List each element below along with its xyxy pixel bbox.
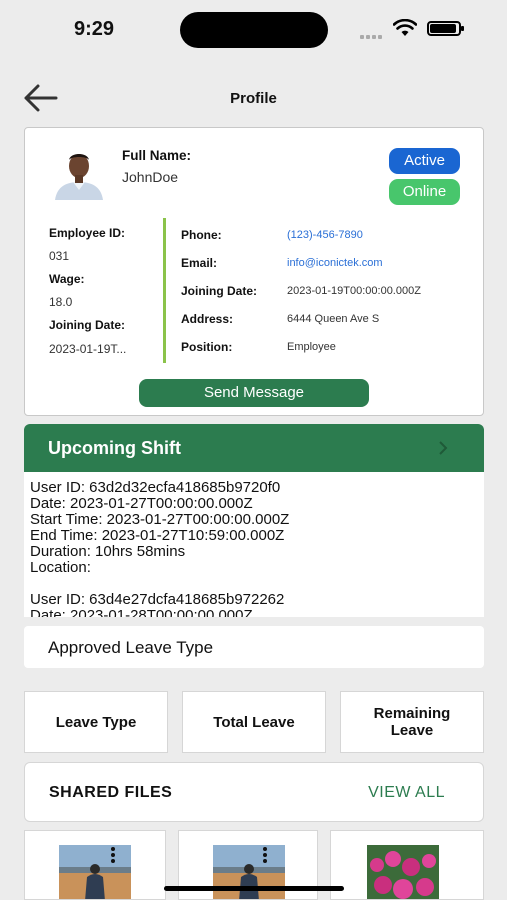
status-time: 9:29 [74,18,115,40]
app-header: Profile [0,78,507,118]
upcoming-shift-title: Upcoming Shift [48,438,181,458]
shift-duration: Duration: 10hrs 58mins [30,543,186,560]
shift-end-time: End Time: 2023-01-27T10:59:00.000Z [30,527,285,544]
file-thumbnail [59,845,131,899]
shift-date: Date: 2023-01-28T00:00:00.000Z [30,607,253,618]
cellular-signal-icon [360,26,384,44]
email-link[interactable]: info@iconictek.com [287,257,383,269]
file-thumbnail [367,845,439,899]
email-label: Email: [181,256,218,270]
full-name-label: Full Name: [122,148,192,163]
approved-leave-type-title: Approved Leave Type [48,638,214,657]
remaining-leave-label-line2: Leave [390,722,434,739]
wage-label: Wage: [49,272,85,286]
shift-date: Date: 2023-01-27T00:00:00.000Z [30,495,253,512]
joining-date-label-right: Joining Date: [181,284,258,298]
total-leave-label: Total Leave [213,713,295,731]
joining-date-value-right: 2023-01-19T00:00:00.000Z [287,285,421,297]
avatar [51,144,107,200]
dynamic-island [180,12,328,48]
remaining-leave-column: Remaining Leave [340,691,484,753]
upcoming-shift-list: User ID: 63d2d32ecfa418685b9720f0 Date: … [24,472,484,617]
send-message-button[interactable]: Send Message [139,379,369,407]
joining-date-label: Joining Date: [49,318,126,332]
leave-type-column: Leave Type [24,691,168,753]
employee-id-label: Employee ID: [49,226,126,240]
total-leave-column: Total Leave [182,691,326,753]
column-divider [163,218,166,363]
shift-start-time: Start Time: 2023-01-27T00:00:00.000Z [30,511,290,528]
approved-leave-type-row: Approved Leave Type [24,626,484,668]
leave-type-label: Leave Type [55,713,137,731]
phone-link[interactable]: (123)-456-7890 [287,229,363,241]
home-indicator [164,886,344,891]
shift-location: Location: [30,559,91,576]
phone-label: Phone: [181,228,222,242]
shift-user-id: User ID: 63d4e27dcfa418685b972262 [30,591,285,608]
battery-icon [427,21,464,36]
shared-file-card[interactable] [24,830,166,900]
status-bar: 9:29 [0,0,507,60]
position-label: Position: [181,340,233,354]
upcoming-shift-header[interactable]: Upcoming Shift [24,424,484,472]
wage-value: 18.0 [49,295,73,309]
address-label: Address: [181,312,234,326]
shift-user-id: User ID: 63d2d32ecfa418685b9720f0 [30,479,281,496]
joining-date-value: 2023-01-19T... [49,342,127,356]
view-all-link[interactable]: VIEW ALL [368,784,445,802]
file-thumbnail [213,845,285,899]
chevron-right-icon [439,441,448,455]
employee-id-value: 031 [49,249,70,263]
profile-card: Full Name: JohnDoe Active Online Employe… [24,127,484,416]
active-status-badge: Active [389,148,460,174]
more-options-icon[interactable] [263,847,269,865]
full-name-value: JohnDoe [122,169,179,185]
online-status-badge: Online [389,179,460,205]
page-title: Profile [230,90,277,107]
shared-files-title: SHARED FILES [49,784,173,801]
position-value: Employee [287,341,336,353]
remaining-leave-label-line1: Remaining [373,705,451,722]
shared-file-card[interactable] [330,830,484,900]
more-options-icon[interactable] [111,847,117,865]
wifi-icon [393,19,417,36]
shared-files-header: SHARED FILES VIEW ALL [24,762,484,822]
address-value: 6444 Queen Ave S [287,313,380,325]
